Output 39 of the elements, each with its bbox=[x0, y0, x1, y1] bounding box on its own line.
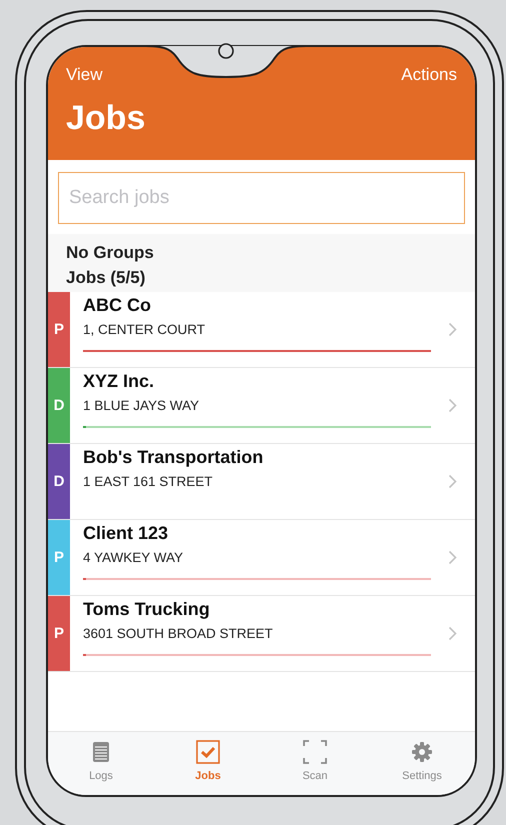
page-title: Jobs bbox=[66, 99, 146, 138]
job-row[interactable]: P ABC Co 1, CENTER COURT bbox=[48, 292, 475, 368]
document-icon bbox=[92, 740, 110, 764]
scan-icon bbox=[303, 740, 327, 764]
job-row[interactable]: D Bob's Transportation 1 EAST 161 STREET bbox=[48, 444, 475, 520]
chevron-icon bbox=[448, 626, 457, 641]
chevron-icon bbox=[448, 322, 457, 337]
job-name: Toms Trucking bbox=[83, 599, 211, 620]
job-type-badge: P bbox=[48, 292, 70, 367]
job-address: 1, CENTER COURT bbox=[83, 322, 206, 337]
job-address: 3601 SOUTH BROAD STREET bbox=[83, 626, 274, 641]
list-label: Jobs (5/5) bbox=[66, 267, 146, 289]
job-address: 1 BLUE JAYS WAY bbox=[83, 398, 200, 413]
job-type-badge: D bbox=[48, 444, 70, 519]
job-row[interactable]: D XYZ Inc. 1 BLUE JAYS WAY bbox=[48, 368, 475, 444]
tab-item[interactable]: Logs bbox=[66, 740, 136, 795]
settings-icon bbox=[412, 740, 432, 764]
chevron-icon bbox=[448, 550, 457, 565]
job-address: 4 YAWKEY WAY bbox=[83, 550, 184, 565]
job-type-badge: P bbox=[48, 596, 70, 671]
job-row[interactable]: P Client 123 4 YAWKEY WAY bbox=[48, 520, 475, 596]
checkbox-icon bbox=[196, 740, 220, 764]
job-name: Bob's Transportation bbox=[83, 447, 264, 468]
tab-item[interactable]: Scan bbox=[280, 740, 350, 795]
job-type-badge: D bbox=[48, 368, 70, 443]
job-name: ABC Co bbox=[83, 295, 152, 316]
job-name: Client 123 bbox=[83, 523, 170, 544]
search-field[interactable]: Search jobs bbox=[58, 172, 465, 224]
tab-item[interactable]: Settings bbox=[387, 740, 457, 795]
job-name: XYZ Inc. bbox=[83, 371, 156, 392]
tab-item[interactable]: Jobs bbox=[173, 740, 243, 795]
job-row[interactable]: P Toms Trucking 3601 SOUTH BROAD STREET bbox=[48, 596, 475, 672]
job-address: 1 EAST 161 STREET bbox=[83, 474, 214, 489]
job-type-badge: P bbox=[48, 520, 70, 595]
chevron-icon bbox=[448, 474, 457, 489]
actions-link[interactable]: Actions bbox=[401, 65, 457, 85]
chevron-icon bbox=[448, 398, 457, 413]
view-link[interactable]: View bbox=[66, 65, 103, 85]
group-label: No Groups bbox=[66, 242, 155, 264]
